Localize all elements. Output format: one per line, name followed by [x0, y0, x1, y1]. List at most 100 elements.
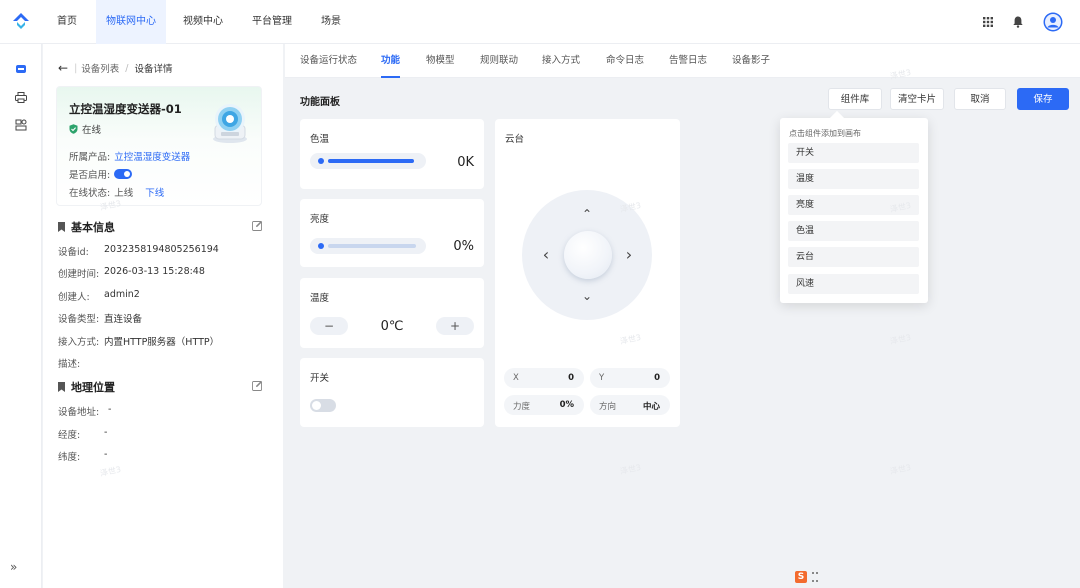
ptz-up-arrow[interactable]: ⌃ — [580, 207, 594, 221]
watermark: 泽世3 — [619, 462, 642, 477]
basic-info-title: 基本信息 — [58, 219, 115, 235]
edit-icon[interactable] — [252, 380, 263, 391]
switch-card: 开关 — [300, 358, 484, 427]
component-library-dropdown: 点击组件添加到画布 开关 温度 亮度 色温 云台 风速 — [780, 118, 928, 303]
slider-handle[interactable] — [318, 243, 324, 249]
status-text: 在线 — [82, 125, 102, 136]
device-image — [213, 104, 247, 143]
tab-alarm-log[interactable]: 告警日志 — [669, 44, 707, 78]
nav-home[interactable]: 首页 — [46, 0, 88, 44]
tab-function[interactable]: 功能 — [381, 44, 401, 78]
user-avatar-icon[interactable] — [1042, 11, 1064, 33]
temperature-title: 温度 — [310, 293, 330, 304]
ime-icon[interactable]: S — [795, 571, 807, 583]
component-library-button[interactable]: 组件库 — [828, 88, 882, 110]
brightness-slider[interactable] — [310, 238, 426, 254]
bookmark-icon — [58, 382, 65, 392]
ptz-left-arrow[interactable]: ‹ — [539, 247, 553, 263]
back-arrow-icon[interactable]: ← — [58, 61, 68, 75]
nav-scene[interactable]: 场景 — [312, 0, 350, 44]
ptz-force-readout: 力度 0% — [504, 395, 584, 415]
geo-title: 地理位置 — [58, 379, 115, 395]
geo-longitude: 经度: - — [58, 427, 108, 441]
tab-device-shadow[interactable]: 设备影子 — [732, 44, 770, 78]
device-detail-panel: ← | 设备列表 / 设备详情 立控温湿度变送器-01 在线 所属产品: 立控温… — [43, 44, 283, 588]
color-temp-title: 色温 — [310, 134, 330, 145]
switch-title: 开关 — [310, 373, 330, 384]
brightness-card: 亮度 0% — [300, 199, 484, 267]
library-hint: 点击组件添加到画布 — [789, 129, 861, 138]
geo-latitude: 纬度: - — [58, 449, 108, 463]
breadcrumb: ← | 设备列表 / 设备详情 — [58, 61, 173, 75]
shield-check-icon — [69, 124, 78, 134]
device-name: 立控温湿度变送器-01 — [69, 102, 182, 116]
ptz-direction-readout: 方向 中心 — [590, 395, 670, 415]
temperature-increment-button[interactable]: + — [436, 317, 474, 335]
device-online-status: 在线 — [69, 122, 101, 136]
ptz-joystick-knob[interactable] — [564, 231, 612, 279]
enabled-label: 是否启用: — [69, 170, 111, 181]
tab-access-method[interactable]: 接入方式 — [542, 44, 580, 78]
info-access-method: 接入方式: 内置HTTP服务器（HTTP） — [58, 337, 220, 348]
device-icon[interactable] — [14, 62, 28, 76]
ptz-right-arrow[interactable]: › — [622, 247, 636, 263]
ptz-card: 云台 ⌃ ⌄ ‹ › X0 Y0 力度 0% 方向 中心 — [495, 119, 680, 427]
tab-rule-linkage[interactable]: 规则联动 — [480, 44, 518, 78]
color-temp-slider[interactable] — [310, 153, 426, 169]
ptz-down-arrow[interactable]: ⌄ — [580, 289, 594, 303]
online-state-row: 在线状态: 上线 下线 — [69, 185, 164, 199]
info-device-id: 设备id: 2032358194805256194 — [58, 244, 219, 258]
tab-run-status[interactable]: 设备运行状态 — [300, 44, 357, 78]
save-button[interactable]: 保存 — [1017, 88, 1069, 110]
nav-iot-center[interactable]: 物联网中心 — [96, 0, 166, 44]
clear-cards-button[interactable]: 清空卡片 — [890, 88, 944, 110]
product-link[interactable]: 立控温湿度变送器 — [114, 149, 190, 163]
enabled-toggle[interactable] — [114, 169, 133, 179]
temperature-card: 温度 − 0℃ + — [300, 278, 484, 348]
watermark: 泽世3 — [889, 462, 912, 477]
color-temp-value: 0K — [457, 155, 474, 170]
nav-platform-admin[interactable]: 平台管理 — [243, 0, 301, 44]
bell-icon[interactable] — [1010, 11, 1026, 33]
tab-bar: 设备运行状态 功能 物模型 规则联动 接入方式 命令日志 告警日志 设备影子 — [285, 44, 1080, 78]
basic-info-label: 基本信息 — [71, 221, 115, 234]
temperature-decrement-button[interactable]: − — [310, 317, 348, 335]
slider-rest — [328, 244, 416, 248]
switch-toggle[interactable] — [310, 399, 336, 412]
breadcrumb-device-detail: 设备详情 — [134, 64, 173, 75]
printer-icon[interactable] — [14, 90, 28, 104]
info-created-time: 创建时间: 2026-03-13 15:28:48 — [58, 266, 205, 280]
library-item-switch[interactable]: 开关 — [788, 143, 919, 163]
library-item-temperature[interactable]: 温度 — [788, 169, 919, 189]
enabled-row: 是否启用: — [69, 167, 133, 181]
brightness-title: 亮度 — [310, 214, 330, 225]
collapse-sidebar-icon[interactable]: » — [10, 560, 17, 574]
product-row: 所属产品: 立控温湿度变送器 — [69, 149, 190, 163]
top-navbar: 首页 物联网中心 视频中心 平台管理 场景 — [0, 0, 1080, 44]
app-logo-icon[interactable] — [12, 12, 30, 30]
color-temp-card: 色温 0K — [300, 119, 484, 189]
nav-video-center[interactable]: 视频中心 — [174, 0, 232, 44]
edit-icon[interactable] — [252, 220, 263, 231]
library-item-brightness[interactable]: 亮度 — [788, 195, 919, 215]
tray-dots-icon[interactable] — [811, 571, 819, 583]
panel-title: 功能面板 — [300, 97, 340, 108]
info-creator: 创建人: admin2 — [58, 289, 140, 303]
info-description: 描述: — [58, 359, 81, 370]
tab-thing-model[interactable]: 物模型 — [426, 44, 455, 78]
cancel-button[interactable]: 取消 — [954, 88, 1006, 110]
bookmark-icon — [58, 222, 65, 232]
offline-link[interactable]: 下线 — [145, 185, 164, 199]
ptz-x-readout: X0 — [504, 368, 584, 388]
breadcrumb-device-list[interactable]: 设备列表 — [81, 61, 119, 75]
online-state-value: 上线 — [114, 188, 134, 199]
library-item-fan-speed[interactable]: 风速 — [788, 274, 919, 294]
apps-grid-icon[interactable] — [980, 11, 996, 33]
library-item-color-temp[interactable]: 色温 — [788, 221, 919, 241]
tab-command-log[interactable]: 命令日志 — [606, 44, 644, 78]
breadcrumb-separator: / — [125, 62, 129, 74]
library-item-ptz[interactable]: 云台 — [788, 247, 919, 267]
group-icon[interactable] — [14, 118, 28, 132]
slider-handle[interactable] — [318, 158, 324, 164]
ptz-title: 云台 — [505, 134, 525, 145]
